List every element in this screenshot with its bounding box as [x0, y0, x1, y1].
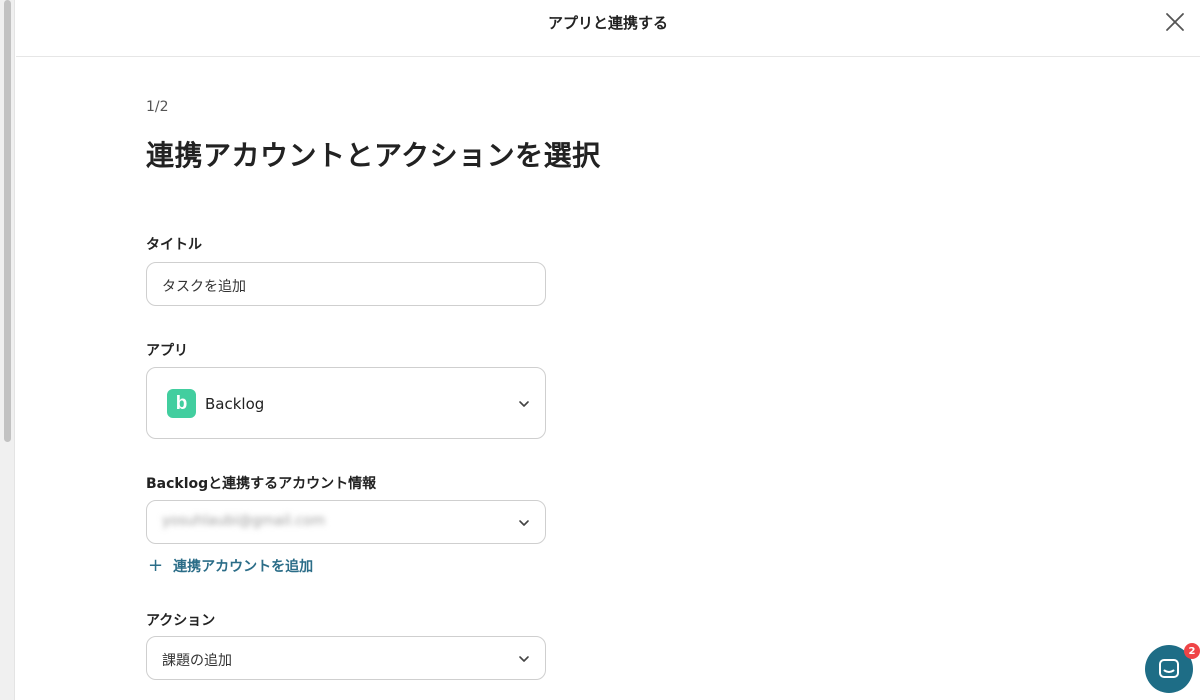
- modal-title: アプリと連携する: [547, 14, 668, 32]
- page-title: 連携アカウントとアクションを選択: [146, 139, 601, 172]
- action-select-value: 課題の追加: [162, 653, 232, 669]
- plus-icon: +: [148, 555, 164, 576]
- account-select-value: yosuhlaubi@gmail.com: [162, 513, 326, 529]
- modal-header: アプリと連携する: [16, 0, 1200, 57]
- step-indicator: 1/2: [146, 99, 169, 115]
- scrollbar-thumb[interactable]: [4, 0, 11, 442]
- chevron-down-icon: [519, 520, 529, 526]
- chevron-down-icon: [519, 656, 529, 662]
- title-input[interactable]: タスクを追加: [146, 262, 546, 306]
- action-label: アクション: [146, 613, 216, 629]
- backlog-logo-icon: b: [167, 389, 196, 418]
- title-input-value: タスクを追加: [162, 279, 246, 295]
- chat-unread-badge: 2: [1184, 643, 1200, 659]
- chat-icon: [1159, 659, 1179, 678]
- title-label: タイトル: [146, 237, 202, 253]
- app-root: アプリと連携する 1/2 連携アカウントとアクションを選択 タイトル タスクを追…: [0, 0, 1200, 700]
- app-select-value: Backlog: [205, 395, 265, 413]
- action-select[interactable]: 課題の追加: [146, 636, 546, 680]
- chevron-down-icon: [519, 401, 529, 407]
- add-account-label: 連携アカウントを追加: [173, 559, 314, 575]
- account-select[interactable]: yosuhlaubi@gmail.com: [146, 500, 546, 544]
- page-scrollbar[interactable]: [0, 0, 15, 700]
- account-label: Backlogと連携するアカウント情報: [146, 476, 377, 492]
- app-label: アプリ: [146, 343, 188, 359]
- app-select[interactable]: b Backlog: [146, 367, 546, 439]
- close-icon: [1166, 13, 1184, 31]
- add-account-link[interactable]: + 連携アカウントを追加: [148, 556, 313, 576]
- close-button[interactable]: [1164, 11, 1186, 33]
